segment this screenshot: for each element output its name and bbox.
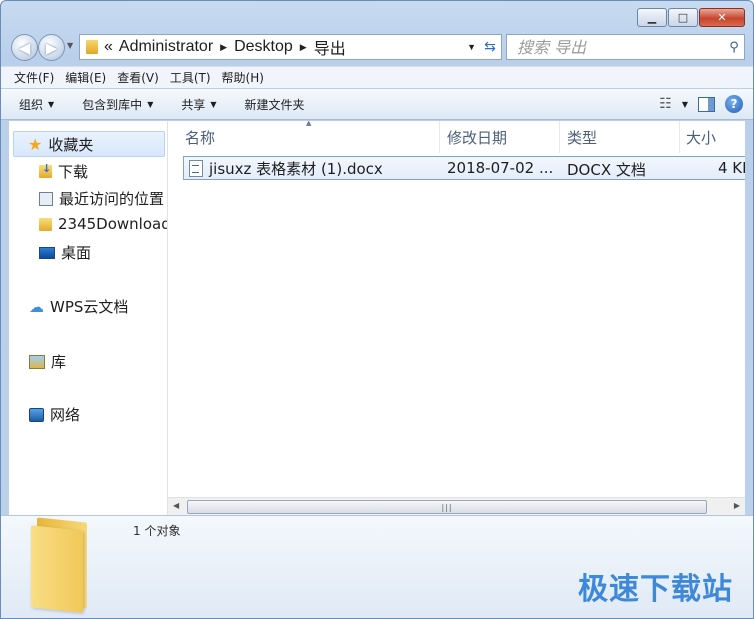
refresh-button[interactable]: ⇆ [479,34,502,60]
file-size: 4 KB [718,159,745,177]
menu-edit[interactable]: 编辑(E) [60,69,111,86]
breadcrumb-separator-icon[interactable]: ▶ [220,42,227,53]
share-button[interactable]: 共享 ▼ [181,96,216,113]
sidebar-item-libraries[interactable]: 库 [29,351,66,372]
navigation-row: ◀ ▶ ▼ « Administrator ▶ Desktop ▶ 导出 ▼ ⇆… [9,33,745,61]
star-icon: ★ [28,134,43,154]
scrollbar-thumb[interactable]: ||| [187,500,707,514]
view-controls: ☷ ▼ ? [659,95,743,113]
search-box[interactable]: ⚲ [506,34,745,60]
menu-help[interactable]: 帮助(H) [217,69,269,86]
breadcrumb-desktop[interactable]: Desktop [234,38,293,56]
column-header-type[interactable]: 类型 [560,121,680,153]
minimize-button[interactable]: ▁ [637,8,667,27]
view-dropdown-icon[interactable]: ▼ [682,100,688,109]
help-icon[interactable]: ? [725,95,743,113]
explorer-window: ▁ □ ✕ ◀ ▶ ▼ « Administrator ▶ Desktop ▶ … [0,0,754,619]
include-library-label: 包含到库中 [82,97,143,112]
desktop-icon [39,246,55,259]
recent-pages-dropdown[interactable]: ▼ [67,41,73,50]
sidebar-item-label: 最近访问的位置 [59,190,165,208]
preview-pane-icon[interactable] [698,96,715,112]
column-header-date[interactable]: 修改日期 [440,121,560,153]
sidebar-item-downloads[interactable]: 下载 [39,161,88,182]
address-overflow[interactable]: « [104,38,113,56]
forward-arrow-icon: ▶ [45,38,58,57]
organize-button[interactable]: 组织 ▼ [19,96,54,113]
watermark-logo: 极速下载站 [578,572,733,607]
file-name: jisuxz 表格素材 (1).docx [209,159,383,178]
sidebar-item-wps-cloud[interactable]: ☁ WPS云文档 [29,296,128,317]
magnifier-icon[interactable]: ⚲ [724,40,744,55]
scroll-left-icon[interactable]: ◀ [173,501,179,510]
sidebar-item-desktop[interactable]: 桌面 [39,242,91,263]
horizontal-scrollbar[interactable]: ◀ ||| ▶ [168,497,745,515]
sidebar-item-label: 2345Downloads [58,215,168,233]
share-label: 共享 [181,97,206,112]
sidebar-item-network[interactable]: 网络 [29,404,80,425]
navigation-pane: ★ 收藏夹 下载 最近访问的位置 2345Downloads 桌面 ☁ WPS云… [9,121,168,515]
column-header-label: 类型 [567,128,598,147]
downloads-folder-icon [39,162,52,178]
menu-view[interactable]: 查看(V) [112,69,164,86]
sidebar-item-favorites[interactable]: ★ 收藏夹 [13,131,165,157]
folder-icon [39,217,52,231]
column-header-label: 名称 [185,128,216,147]
recent-places-icon [39,191,53,206]
search-input[interactable] [515,36,724,58]
file-type: DOCX 文档 [567,161,646,179]
back-button[interactable]: ◀ [11,34,38,61]
library-icon [29,354,45,369]
large-folder-icon [31,517,93,613]
cloud-icon: ☁ [29,297,44,316]
word-document-icon [189,159,203,177]
sidebar-item-2345downloads[interactable]: 2345Downloads [39,215,168,233]
refresh-icon: ⇆ [484,39,496,55]
address-dropdown-icon[interactable]: ▼ [467,42,476,52]
file-list: 名称 ▲ 修改日期 类型 大小 jisuxz 表格素材 (1).docx 201… [168,121,745,515]
forward-button[interactable]: ▶ [38,34,65,61]
sidebar-item-label: 桌面 [61,244,92,262]
address-bar[interactable]: « Administrator ▶ Desktop ▶ 导出 ▼ [79,34,481,60]
item-count: 1 个对象 [133,524,181,538]
sort-ascending-icon: ▲ [306,121,312,127]
chevron-down-icon: ▼ [210,99,217,109]
network-icon [29,407,44,422]
sidebar-item-label: 收藏夹 [48,135,94,154]
back-arrow-icon: ◀ [18,38,31,57]
column-header-size[interactable]: 大小 [680,121,745,153]
breadcrumb-export[interactable]: 导出 [314,35,346,59]
breadcrumb-separator-icon[interactable]: ▶ [300,42,307,53]
sidebar-item-recent[interactable]: 最近访问的位置 [39,188,164,209]
new-folder-button[interactable]: 新建文件夹 [245,96,305,113]
caption-buttons: ▁ □ ✕ [637,8,745,27]
column-header-label: 大小 [686,128,717,147]
menu-tools[interactable]: 工具(T) [165,69,216,86]
new-folder-label: 新建文件夹 [244,97,305,112]
include-library-button[interactable]: 包含到库中 ▼ [82,96,153,113]
close-button[interactable]: ✕ [699,8,745,27]
chevron-down-icon: ▼ [147,99,154,109]
maximize-button[interactable]: □ [668,8,698,27]
sidebar-item-label: 网络 [50,406,81,424]
command-bar: 组织 ▼ 包含到库中 ▼ 共享 ▼ 新建文件夹 ☷ ▼ ? [1,89,753,120]
sidebar-item-label: WPS云文档 [50,298,129,316]
folder-icon [86,40,98,54]
chevron-down-icon: ▼ [48,99,55,109]
details-pane: 1 个对象 极速下载站 [1,515,753,618]
scroll-right-icon[interactable]: ▶ [734,501,740,510]
change-view-icon[interactable]: ☷ [659,96,672,112]
sidebar-item-label: 库 [51,353,67,371]
sidebar-item-label: 下载 [58,163,89,181]
menu-file[interactable]: 文件(F) [9,69,59,86]
breadcrumb-administrator[interactable]: Administrator [119,38,213,56]
menu-bar: 文件(F) 编辑(E) 查看(V) 工具(T) 帮助(H) [1,66,753,88]
file-date: 2018-07-02 ... [447,159,554,177]
column-header-label: 修改日期 [447,128,508,147]
file-row[interactable]: jisuxz 表格素材 (1).docx 2018-07-02 ... DOCX… [183,156,745,180]
column-header-name[interactable]: 名称 ▲ [168,121,440,153]
organize-label: 组织 [19,97,44,112]
